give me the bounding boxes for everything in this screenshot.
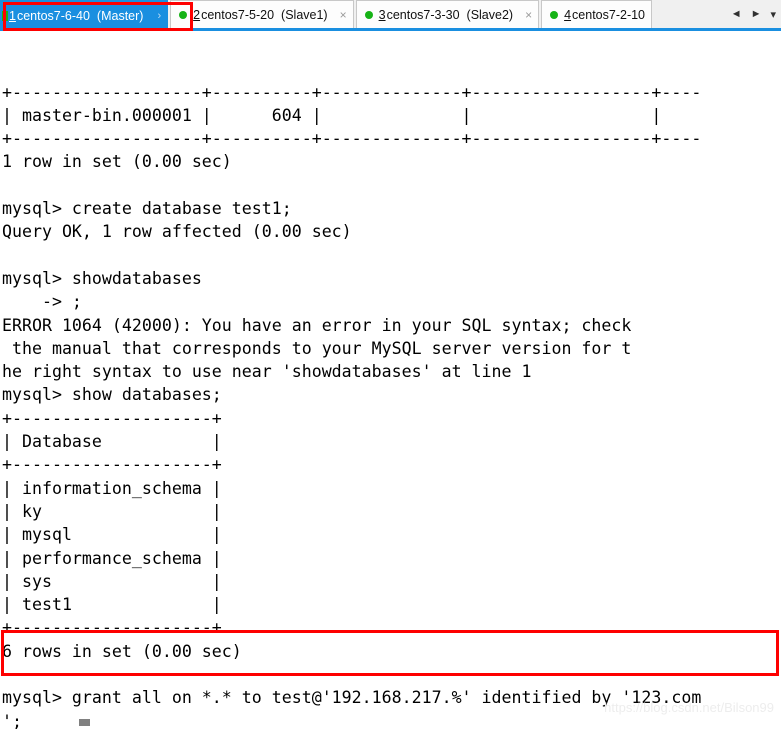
terminal-cursor: [79, 719, 90, 726]
terminal-tab-2[interactable]: 2 centos7-5-20 (Slave1) ×: [170, 0, 354, 28]
terminal-line: he right syntax to use near 'showdatabas…: [2, 362, 532, 382]
terminal-line: | ky |: [2, 501, 222, 521]
terminal-line: mysql> create database test1;: [2, 199, 292, 219]
terminal-tab-4[interactable]: 4 centos7-2-10: [541, 0, 653, 28]
tab-overflow-chevron-icon[interactable]: ›: [157, 10, 161, 22]
terminal-line: | information_schema |: [2, 478, 222, 498]
tab-title-label: centos7-6-40: [16, 9, 90, 23]
tab-scroll-left-icon[interactable]: ◄: [731, 8, 742, 20]
terminal-line: 6 rows in set (0.00 sec): [2, 641, 242, 661]
terminal-line: | Database |: [2, 432, 222, 452]
terminal-line: ERROR 1064 (42000): You have an error in…: [2, 315, 632, 335]
tab-status-green-dot-icon: [2, 11, 8, 21]
terminal-line: | performance_schema |: [2, 548, 222, 568]
terminal-output-area[interactable]: +-------------------+----------+--------…: [0, 34, 781, 729]
terminal-tab-bar: 1 centos7-6-40 (Master) › 2 centos7-5-20…: [0, 0, 781, 31]
terminal-tab-3[interactable]: 3 centos7-3-30 (Slave2) ×: [355, 0, 540, 28]
terminal-line: +--------------------+: [2, 455, 222, 475]
tab-title-label: centos7-3-30: [386, 7, 460, 22]
terminal-line: -> ;: [2, 292, 82, 312]
terminal-line: | mysql |: [2, 525, 222, 545]
tab-index-label: 3: [378, 7, 386, 22]
terminal-line: +-------------------+----------+--------…: [2, 82, 702, 102]
tab-index-label: 1: [9, 9, 16, 23]
terminal-line: | test1 |: [2, 595, 222, 615]
tab-scroll-right-icon[interactable]: ►: [751, 8, 762, 20]
tab-title-label: centos7-2-10: [572, 7, 646, 22]
tab-scroll-controls: ◄ ► ▾: [723, 0, 781, 28]
tab-status-green-dot-icon: [364, 10, 373, 19]
terminal-line: the manual that corresponds to your MySQ…: [2, 338, 632, 358]
terminal-line: +-------------------+----------+--------…: [2, 129, 702, 149]
terminal-line: mysql> showdatabases: [2, 268, 202, 288]
terminal-line: Query OK, 1 row affected (0.00 sec): [2, 222, 352, 242]
terminal-line: | master-bin.000001 | 604 | | |: [2, 105, 662, 125]
tab-role-label: (Slave2): [466, 7, 514, 22]
tab-list-dropdown-icon[interactable]: ▾: [770, 8, 776, 21]
terminal-line: | sys |: [2, 571, 222, 591]
tab-index-label: 4: [564, 7, 572, 22]
tab-role-label: (Master): [96, 9, 144, 23]
tab-status-green-dot-icon: [179, 10, 188, 19]
terminal-line-list: +-------------------+----------+--------…: [2, 81, 781, 729]
tab-title-label: centos7-5-20: [201, 7, 275, 22]
terminal-line: mysql> show databases;: [2, 385, 222, 405]
terminal-line: 1 row in set (0.00 sec): [2, 152, 232, 172]
watermark-label: https://blog.csdn.net/Bilson99: [604, 700, 774, 715]
terminal-line: +--------------------+: [2, 408, 222, 428]
tab-close-icon[interactable]: ×: [340, 9, 347, 21]
tab-index-label: 2: [193, 7, 201, 22]
tab-role-label: (Slave1): [281, 7, 328, 22]
terminal-tab-1[interactable]: 1 centos7-6-40 (Master) ›: [0, 0, 169, 31]
tab-close-icon[interactable]: ×: [525, 9, 532, 21]
terminal-line: +--------------------+: [2, 618, 222, 638]
tab-status-green-dot-icon: [550, 10, 559, 19]
